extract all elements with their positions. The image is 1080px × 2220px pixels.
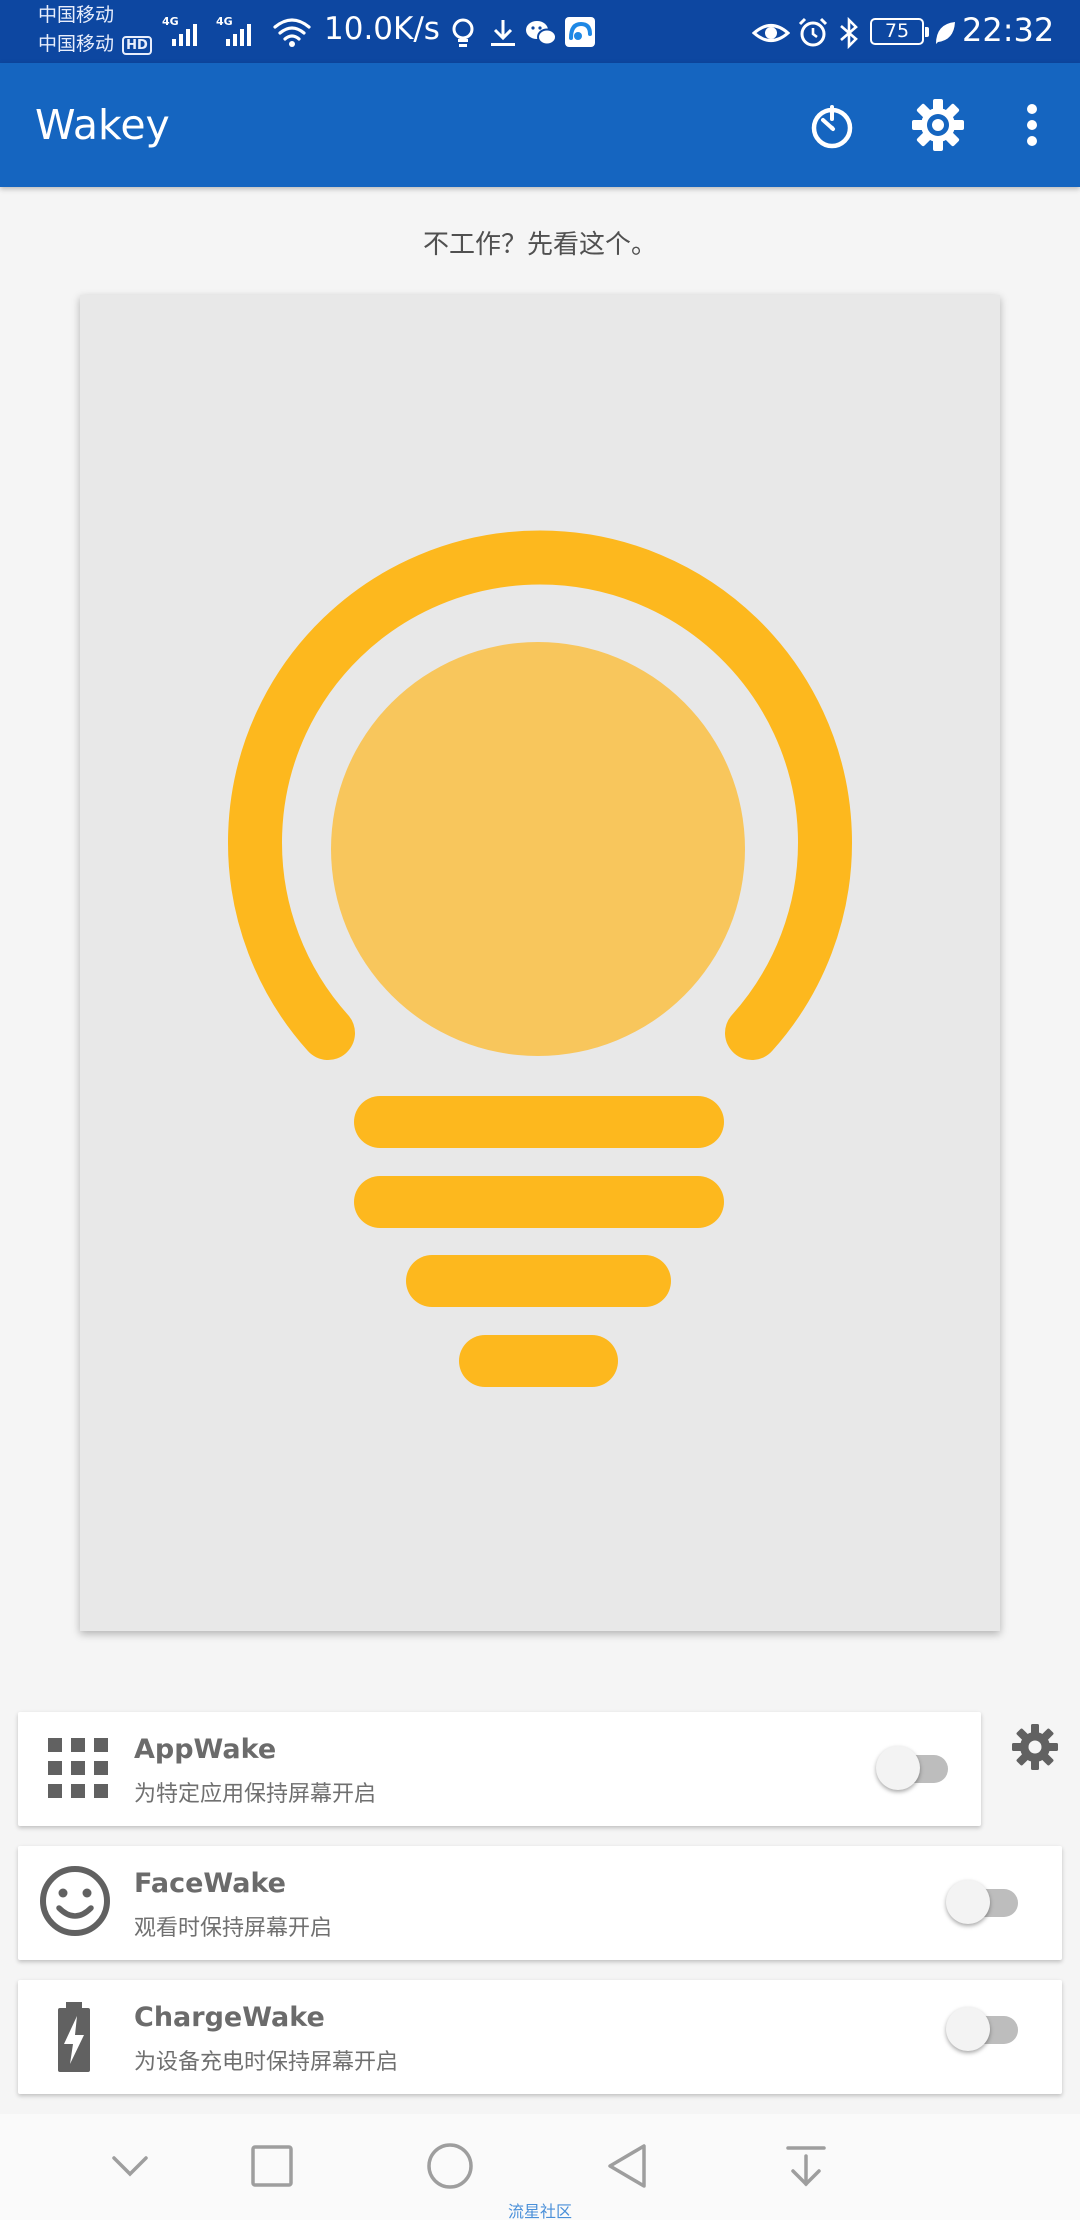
battery-charging-icon: [58, 2002, 90, 2072]
app-title: Wakey: [35, 101, 170, 149]
download-icon: [491, 20, 515, 46]
chevron-down-icon: [112, 2156, 148, 2177]
notification-shade-button[interactable]: [776, 2136, 836, 2196]
brightness-settings-button[interactable]: [906, 93, 970, 157]
app-grid-icon: [48, 1738, 108, 1798]
signal-icon-2: 4G: [216, 12, 258, 48]
network-speed: 10.0K/s: [324, 11, 440, 47]
appwake-settings-button[interactable]: [1010, 1722, 1060, 1772]
overflow-menu-button[interactable]: [1000, 93, 1064, 157]
chargewake-item[interactable]: ChargeWake 为设备充电时保持屏幕开启: [18, 1980, 1062, 2094]
chargewake-subtitle: 为设备充电时保持屏幕开启: [134, 2050, 399, 2075]
status-bar: 中国移动 中国移动 HD 4G 4G 10.0K/s 75 22:32: [0, 0, 1080, 63]
pull-down-icon: [786, 2146, 826, 2187]
eye-comfort-icon: [752, 24, 790, 42]
lightbulb-notification-icon: [452, 18, 474, 47]
hide-nav-button[interactable]: [100, 2136, 160, 2196]
facewake-title: FaceWake: [134, 1868, 286, 1899]
home-button[interactable]: [420, 2136, 480, 2196]
battery-indicator: 75: [870, 18, 929, 45]
timer-button[interactable]: [800, 93, 864, 157]
bluetooth-icon: [840, 16, 858, 50]
help-hint-link[interactable]: 不工作？先看这个。: [0, 224, 1080, 261]
lightbulb-icon[interactable]: [80, 295, 1000, 1631]
app-notification-icon: [565, 17, 595, 47]
appwake-subtitle: 为特定应用保持屏幕开启: [134, 1782, 377, 1807]
square-icon: [251, 2145, 293, 2187]
status-clock: 22:32: [962, 11, 1055, 49]
more-vert-icon: [1027, 104, 1037, 146]
app-bar: Wakey: [0, 63, 1080, 187]
appwake-item[interactable]: AppWake 为特定应用保持屏幕开启: [18, 1712, 981, 1826]
chargewake-title: ChargeWake: [134, 2002, 325, 2033]
wifi-icon: [273, 18, 311, 47]
facewake-subtitle: 观看时保持屏幕开启: [134, 1916, 333, 1941]
carrier-label-1: 中国移动: [38, 4, 115, 26]
back-button[interactable]: [598, 2136, 658, 2196]
circle-icon: [427, 2143, 473, 2189]
brightness-gear-icon: [912, 99, 964, 151]
power-saving-leaf-icon: [936, 22, 955, 44]
facewake-switch-thumb: [946, 1880, 990, 1924]
timer-icon: [811, 105, 853, 149]
carrier-label-2-text: 中国移动: [38, 33, 115, 55]
recents-button[interactable]: [242, 2136, 302, 2196]
smiley-face-icon: [40, 1866, 110, 1936]
gear-icon: [1012, 1724, 1058, 1770]
wechat-icon: [526, 21, 557, 46]
signal-icon-1: 4G: [162, 12, 204, 48]
appwake-title: AppWake: [134, 1734, 277, 1765]
appwake-switch[interactable]: [876, 1745, 952, 1791]
wake-toggle-card[interactable]: [80, 295, 1000, 1631]
chargewake-switch[interactable]: [946, 2006, 1022, 2052]
alarm-icon: [798, 17, 828, 47]
chargewake-switch-thumb: [946, 2007, 990, 2051]
carrier-label-2: 中国移动 HD: [38, 33, 152, 55]
triangle-back-icon: [608, 2144, 646, 2188]
screen: 中国移动 中国移动 HD 4G 4G 10.0K/s 75 22:32 Wake…: [0, 0, 1080, 2220]
appwake-switch-thumb: [876, 1746, 920, 1790]
hd-badge: HD: [122, 36, 152, 55]
facewake-item[interactable]: FaceWake 观看时保持屏幕开启: [18, 1846, 1062, 1960]
watermark-text: 流星社区: [507, 2202, 572, 2220]
facewake-switch[interactable]: [946, 1879, 1022, 1925]
